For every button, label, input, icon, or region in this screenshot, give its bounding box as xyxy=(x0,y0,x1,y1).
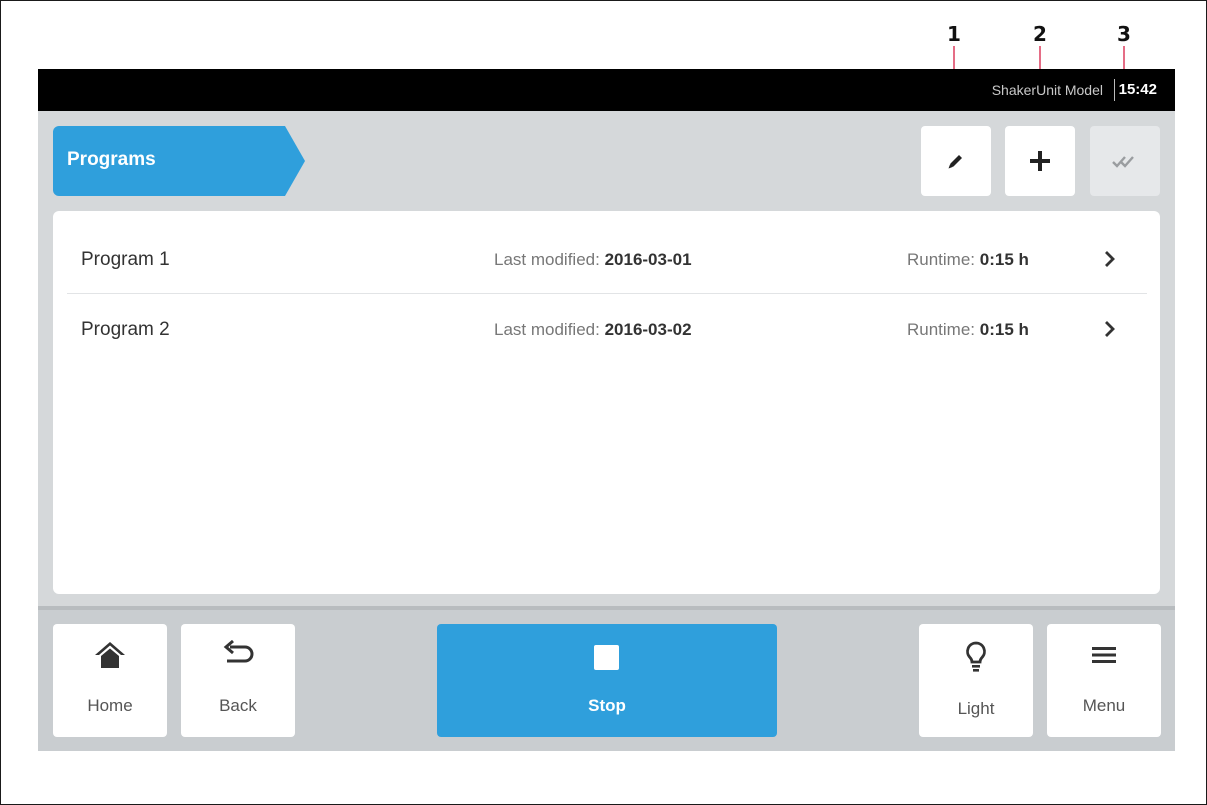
list-item[interactable]: Program 2 Last modified: 2016-03-02 Runt… xyxy=(67,294,1147,364)
pencil-icon xyxy=(948,155,962,169)
callout-3-label: 3 xyxy=(1117,22,1131,46)
stop-icon xyxy=(594,645,619,670)
runtime: Runtime: 0:15 h xyxy=(907,250,1029,269)
hamburger-menu-icon xyxy=(1092,647,1116,663)
double-check-icon xyxy=(1112,156,1134,168)
status-bar: ShakerUnit Model 15:42 xyxy=(38,69,1175,111)
plus-icon xyxy=(1030,151,1050,171)
light-button[interactable]: Light xyxy=(919,624,1033,737)
add-program-button[interactable] xyxy=(1005,126,1075,196)
runtime: Runtime: 0:15 h xyxy=(907,320,1029,339)
device-model: ShakerUnit Model xyxy=(991,82,1103,98)
last-modified: Last modified: 2016-03-02 xyxy=(494,320,692,339)
breadcrumb[interactable]: Programs xyxy=(53,126,305,196)
callout-1-label: 1 xyxy=(947,22,961,46)
menu-label: Menu xyxy=(1082,696,1126,715)
menu-button[interactable]: Menu xyxy=(1047,624,1161,737)
back-button[interactable]: Back xyxy=(181,624,295,737)
chevron-right-icon xyxy=(1105,321,1115,337)
program-list: Program 1 Last modified: 2016-03-01 Runt… xyxy=(53,211,1160,594)
list-item[interactable]: Program 1 Last modified: 2016-03-01 Runt… xyxy=(67,224,1147,294)
back-arrow-icon xyxy=(223,640,254,663)
light-label: Light xyxy=(957,699,995,718)
stop-label: Stop xyxy=(588,696,626,715)
navigation-bar: Home Back Stop Light Menu xyxy=(38,606,1175,751)
device-screen: ShakerUnit Model 15:42 Programs Program … xyxy=(38,69,1175,751)
home-button[interactable]: Home xyxy=(53,624,167,737)
bar-shadow xyxy=(38,606,1175,610)
back-label: Back xyxy=(219,696,257,715)
chevron-right-icon xyxy=(1105,251,1115,267)
program-name: Program 1 xyxy=(81,249,170,270)
home-label: Home xyxy=(87,696,133,715)
status-separator xyxy=(1114,79,1115,101)
breadcrumb-label: Programs xyxy=(67,149,156,170)
clock: 15:42 xyxy=(1118,81,1157,98)
program-name: Program 2 xyxy=(81,319,170,340)
edit-button[interactable] xyxy=(921,126,991,196)
select-all-button[interactable] xyxy=(1090,126,1160,196)
last-modified: Last modified: 2016-03-01 xyxy=(494,250,692,269)
stop-button[interactable]: Stop xyxy=(437,624,777,737)
callout-2-label: 2 xyxy=(1033,22,1047,46)
lightbulb-icon xyxy=(966,641,986,672)
home-icon xyxy=(95,642,125,668)
